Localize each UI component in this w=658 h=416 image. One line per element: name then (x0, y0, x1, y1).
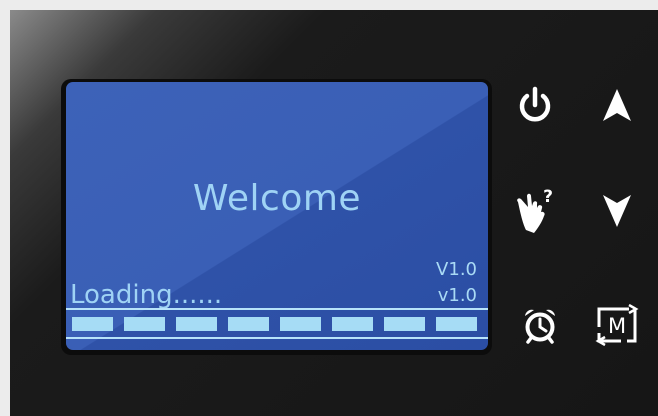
progress-segment (176, 317, 217, 331)
help-hand-icon: ? (517, 187, 553, 233)
welcome-text: Welcome (192, 178, 362, 219)
version-label-1: V1.0 (436, 259, 477, 280)
down-button[interactable] (592, 186, 642, 236)
progress-segment (124, 317, 165, 331)
loading-text: Loading...... (70, 280, 223, 310)
progress-segment (228, 317, 269, 331)
alarm-clock-icon (525, 309, 555, 344)
progress-segment (280, 317, 321, 331)
power-button[interactable] (510, 80, 560, 130)
arrow-up-icon (603, 89, 631, 121)
mode-cycle-icon: M (595, 304, 639, 346)
progress-bar-bottom-line (66, 337, 488, 339)
progress-bar (72, 317, 477, 331)
up-button[interactable] (592, 80, 642, 130)
progress-segment (384, 317, 425, 331)
mode-label: M (608, 314, 626, 338)
lcd-screen: Welcome V1.0 v1.0 Loading...... (66, 82, 488, 350)
thermostat-panel: Welcome V1.0 v1.0 Loading...... ? M (10, 10, 658, 416)
progress-segment (332, 317, 373, 331)
alarm-button[interactable] (515, 300, 565, 350)
progress-segment (72, 317, 113, 331)
progress-bar-top-line (66, 308, 488, 310)
help-button[interactable]: ? (510, 186, 560, 236)
arrow-down-icon (603, 195, 631, 227)
progress-segment (436, 317, 477, 331)
mode-button[interactable]: M (592, 300, 642, 350)
version-label-2: v1.0 (437, 285, 477, 306)
power-icon (519, 86, 551, 122)
svg-text:?: ? (543, 187, 553, 207)
